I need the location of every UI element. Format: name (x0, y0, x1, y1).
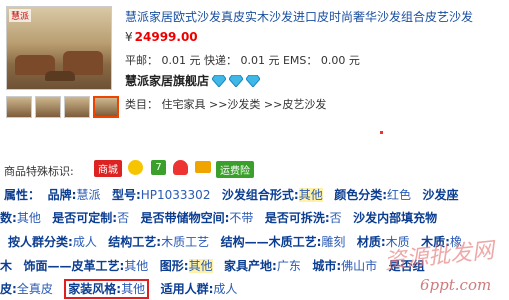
highlighted-attribute: 家装风格:其他 (64, 279, 150, 299)
attr-key: 家装风格: (68, 282, 122, 296)
attr-value: 成人 (213, 282, 238, 296)
store-row: 慧派家居旗舰店 (125, 72, 261, 89)
attr-key: 饰面——皮革工艺: (23, 259, 125, 273)
attr-value: 其他 (121, 282, 146, 296)
category-breadcrumb[interactable]: 类目： 住宅家具 >>沙发类 >>皮艺沙发 (125, 96, 326, 112)
attr-value: 雕刻 (321, 235, 346, 249)
attr-value: 红色 (387, 188, 412, 202)
attr-value: HP1033302 (140, 188, 211, 202)
attr-key: 木 (0, 259, 13, 273)
currency-symbol: ¥ (125, 30, 133, 44)
table-image-shape (45, 71, 75, 81)
attr-value: 否 (329, 211, 342, 225)
watermark: 资源批发网 6ppt.com (372, 216, 509, 300)
mall-badge[interactable]: 商城 (94, 160, 122, 177)
brand-logo: 慧派 (9, 9, 32, 22)
attr-key: 是否带储物空间: (140, 211, 230, 225)
attr-value: 不带 (229, 211, 254, 225)
attr-value: 其他 (16, 211, 41, 225)
price: ¥24999.00 (125, 30, 198, 44)
thumbnail-strip (6, 96, 119, 118)
attr-value: 广东 (276, 259, 301, 273)
number-7-icon[interactable]: 7 (151, 160, 166, 175)
attr-key: 是否可定制: (52, 211, 118, 225)
attr-key: 数: (0, 211, 17, 225)
attr-key: 沙发组合形式: (221, 188, 299, 202)
attributes-heading: 属性： (4, 188, 41, 202)
attr-value: 其他 (188, 259, 213, 273)
thumbnail[interactable] (35, 96, 61, 118)
watermark-domain: 6ppt.com (420, 276, 492, 294)
watermark-text: 资源批发网 (383, 238, 496, 275)
price-value: 24999.00 (134, 30, 198, 44)
attr-value: 成人 (72, 235, 97, 249)
thumbnail-selected[interactable] (93, 96, 119, 118)
thumbnail[interactable] (64, 96, 90, 118)
thumbnail[interactable] (6, 96, 32, 118)
shipping-insurance-badge[interactable]: 运费险 (216, 161, 254, 178)
attr-key: 颜色分类: (334, 188, 387, 202)
attr-value: 否 (117, 211, 130, 225)
product-main-image[interactable]: 慧派 (6, 6, 112, 90)
product-title-link[interactable]: 慧派家居欧式沙发真皮实木沙发进口皮时尚奢华沙发组合皮艺沙发 (125, 8, 503, 25)
diamond-icon (212, 74, 227, 87)
attr-key: 适用人群: (160, 282, 214, 296)
attr-value: 木质工艺 (161, 235, 210, 249)
attr-value: 其他 (298, 188, 323, 202)
diamond-icon (229, 74, 244, 87)
attr-value: 慧派 (76, 188, 101, 202)
red-dot (380, 131, 383, 134)
attr-key: 型号: (111, 188, 141, 202)
special-marks-label: 商品特殊标识: (4, 165, 74, 178)
attr-key: 是否可拆洗: (264, 211, 330, 225)
card-icon[interactable] (195, 161, 211, 173)
attr-key: 皮: (0, 282, 17, 296)
store-name-link[interactable]: 慧派家居旗舰店 (125, 72, 209, 89)
attr-key: 品牌: (47, 188, 77, 202)
heart-icon[interactable] (173, 160, 188, 175)
shipping-fees: 平邮： 0.01 元 快递： 0.01 元 EMS： 0.00 元 (125, 54, 360, 67)
attr-key: 家具产地: (224, 259, 277, 273)
attr-value: 其他 (124, 259, 149, 273)
attr-key: 城市: (312, 259, 342, 273)
attributes-row-1: 属性： 品牌:慧派 型号:HP1033302 沙发组合形式:其他 颜色分类:红色… (4, 186, 509, 203)
thumbs-up-icon[interactable] (128, 160, 143, 175)
diamond-icon (246, 74, 261, 87)
attr-key: 结构工艺: (108, 235, 162, 249)
attr-value: 全真皮 (16, 282, 53, 296)
attr-key: 沙发座 (422, 188, 459, 202)
attr-key: 按人群分类: (8, 235, 73, 249)
attr-key: 图形: (159, 259, 189, 273)
attr-key: 结构——木质工艺: (220, 235, 322, 249)
